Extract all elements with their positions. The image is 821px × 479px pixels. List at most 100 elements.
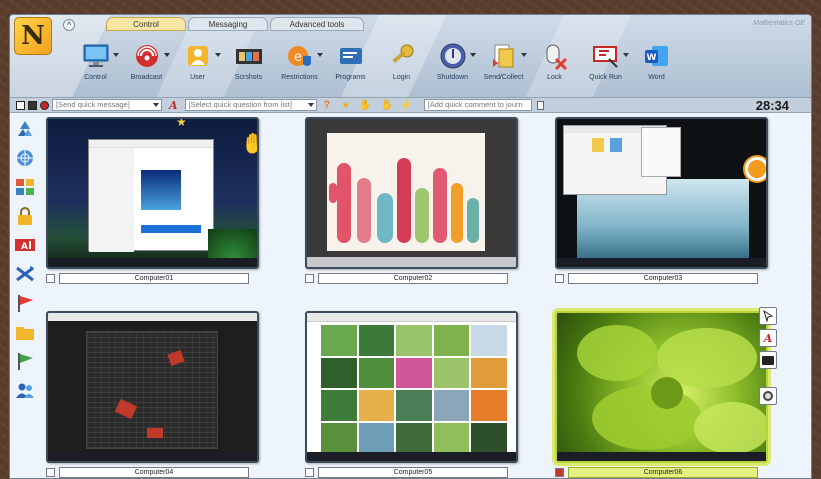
send-collect-button[interactable]: Send/Collect	[478, 41, 529, 81]
computer-checkbox[interactable]	[555, 274, 564, 283]
user-button[interactable]: User	[172, 41, 223, 81]
quick-comment-placeholder: [Add quick comment to journ	[427, 100, 523, 109]
computer-name: Computer04	[59, 467, 249, 478]
computer-checkbox[interactable]	[46, 468, 55, 477]
tool-label: Quick Run	[589, 74, 622, 81]
quick-run-dropdown-icon[interactable]	[623, 53, 629, 57]
computer-name: Computer03	[568, 273, 758, 284]
taskbar	[307, 452, 516, 461]
broadcast-dropdown-icon[interactable]	[164, 53, 170, 57]
quick-run-button[interactable]: Quick Run	[580, 41, 631, 81]
key-icon	[391, 44, 413, 64]
programs-button[interactable]: Programs	[325, 41, 376, 81]
shutdown-button[interactable]: Shutdown	[427, 41, 478, 81]
cactus-image	[327, 133, 485, 251]
journal-icon[interactable]	[536, 100, 544, 110]
computer-grid: ★ ✋ Computer01	[46, 117, 806, 478]
font-style-icon[interactable]: A	[169, 99, 178, 112]
control-button[interactable]: Control	[70, 41, 121, 81]
computer-thumbnail[interactable]	[305, 117, 518, 269]
send-collect-dropdown-icon[interactable]	[521, 53, 527, 57]
tab-messaging[interactable]: Messaging	[188, 17, 268, 31]
hand-icon[interactable]: ✋	[359, 100, 371, 111]
computer-checkbox[interactable]	[305, 274, 314, 283]
svg-text:e: e	[294, 50, 302, 65]
login-button[interactable]: Login	[376, 41, 427, 81]
question-mark-icon[interactable]: ?	[324, 99, 331, 111]
quick-message-placeholder: [Send quick message]	[56, 100, 130, 109]
chevron-down-icon[interactable]	[307, 103, 314, 107]
settings-window	[88, 139, 214, 252]
chevron-down-icon[interactable]	[153, 103, 159, 107]
users-icon[interactable]	[14, 379, 36, 401]
quick-comment-input[interactable]: [Add quick comment to journ	[423, 99, 532, 111]
dock	[307, 257, 516, 267]
star-icon[interactable]: ★	[341, 100, 350, 111]
blackboard-tool-icon[interactable]	[759, 351, 777, 369]
left-sidebar: A	[10, 115, 42, 408]
restrictions-button[interactable]: e Restrictions	[274, 41, 325, 81]
tool-label: Lock	[547, 74, 562, 81]
remote-control-badge-icon[interactable]	[745, 157, 766, 181]
lock-button[interactable]: Lock	[529, 41, 580, 81]
select-none-icon[interactable]	[16, 100, 25, 110]
ribbon-tabs: Control Messaging Advanced tools	[106, 17, 364, 31]
folder-icon[interactable]	[14, 321, 36, 343]
tool-label: Login	[392, 74, 411, 81]
text-tool-icon[interactable]: A	[759, 329, 777, 347]
computer-thumbnail[interactable]	[555, 117, 768, 269]
send-collect-icon	[492, 44, 513, 68]
svg-text:A: A	[21, 242, 28, 252]
user-dropdown-icon[interactable]	[215, 53, 221, 57]
lock-icon[interactable]	[14, 205, 36, 227]
globe-icon[interactable]	[14, 147, 36, 169]
star-icon: ★	[176, 117, 187, 129]
tool-label: Send/Collect	[483, 74, 524, 81]
quick-question-select[interactable]: [Select quick question from list]	[184, 99, 317, 111]
annotation-tools: A	[759, 307, 781, 409]
computer-thumbnail[interactable]	[555, 311, 768, 463]
computer-thumbnail[interactable]: ★ ✋	[46, 117, 259, 269]
computer-checkbox[interactable]	[305, 468, 314, 477]
taskbar	[48, 258, 257, 267]
control-dropdown-icon[interactable]	[113, 53, 119, 57]
quick-message-input[interactable]: [Send quick message]	[52, 99, 162, 111]
word-button[interactable]: W Word	[631, 41, 682, 81]
stop-icon[interactable]	[40, 100, 49, 110]
restrictions-dropdown-icon[interactable]	[317, 53, 323, 57]
toolbar: Control Broadcast User Scrshots e Restri…	[70, 41, 682, 81]
green-flag-icon[interactable]	[14, 350, 36, 372]
shutdown-dropdown-icon[interactable]	[470, 53, 476, 57]
taskbar	[557, 452, 766, 461]
shuffle-icon[interactable]	[14, 263, 36, 285]
tab-advanced-tools[interactable]: Advanced tools	[270, 17, 364, 31]
computer-thumbnail[interactable]	[46, 311, 259, 463]
tool-label: Control	[84, 74, 107, 81]
broadcast-button[interactable]: Broadcast	[121, 41, 172, 81]
text-icon[interactable]: A	[14, 234, 36, 256]
pointer-tool-icon[interactable]	[759, 307, 777, 325]
red-flag-icon[interactable]	[14, 292, 36, 314]
collapse-ribbon-button[interactable]: ^	[63, 19, 75, 31]
mouse-lock-icon	[546, 44, 567, 71]
svg-text:W: W	[646, 53, 656, 63]
computer-name: Computer01	[59, 273, 249, 284]
photo-gallery	[321, 325, 507, 453]
grid-icon[interactable]	[14, 176, 36, 198]
computer-checkbox[interactable]	[46, 274, 55, 283]
select-all-icon[interactable]	[28, 100, 37, 110]
raised-hand-icon[interactable]: ✋	[241, 131, 257, 156]
scrshots-button[interactable]: Scrshots	[223, 41, 274, 81]
computer-thumbnail[interactable]	[305, 311, 518, 463]
tool-label: Scrshots	[234, 74, 263, 81]
computer-checkbox[interactable]	[555, 468, 564, 477]
recycle-icon[interactable]	[14, 118, 36, 140]
tool-label: Programs	[335, 74, 366, 81]
tool-label: Shutdown	[436, 74, 469, 81]
lightning-icon[interactable]: ⚡	[400, 100, 412, 111]
ribbon: N ^ Control Messaging Advanced tools Mat…	[10, 15, 811, 97]
audio-tool-icon[interactable]	[759, 387, 777, 405]
quick-question-placeholder: [Select quick question from list]	[188, 100, 292, 109]
tab-control[interactable]: Control	[106, 17, 186, 31]
hand-icon[interactable]: ✋	[381, 100, 393, 111]
